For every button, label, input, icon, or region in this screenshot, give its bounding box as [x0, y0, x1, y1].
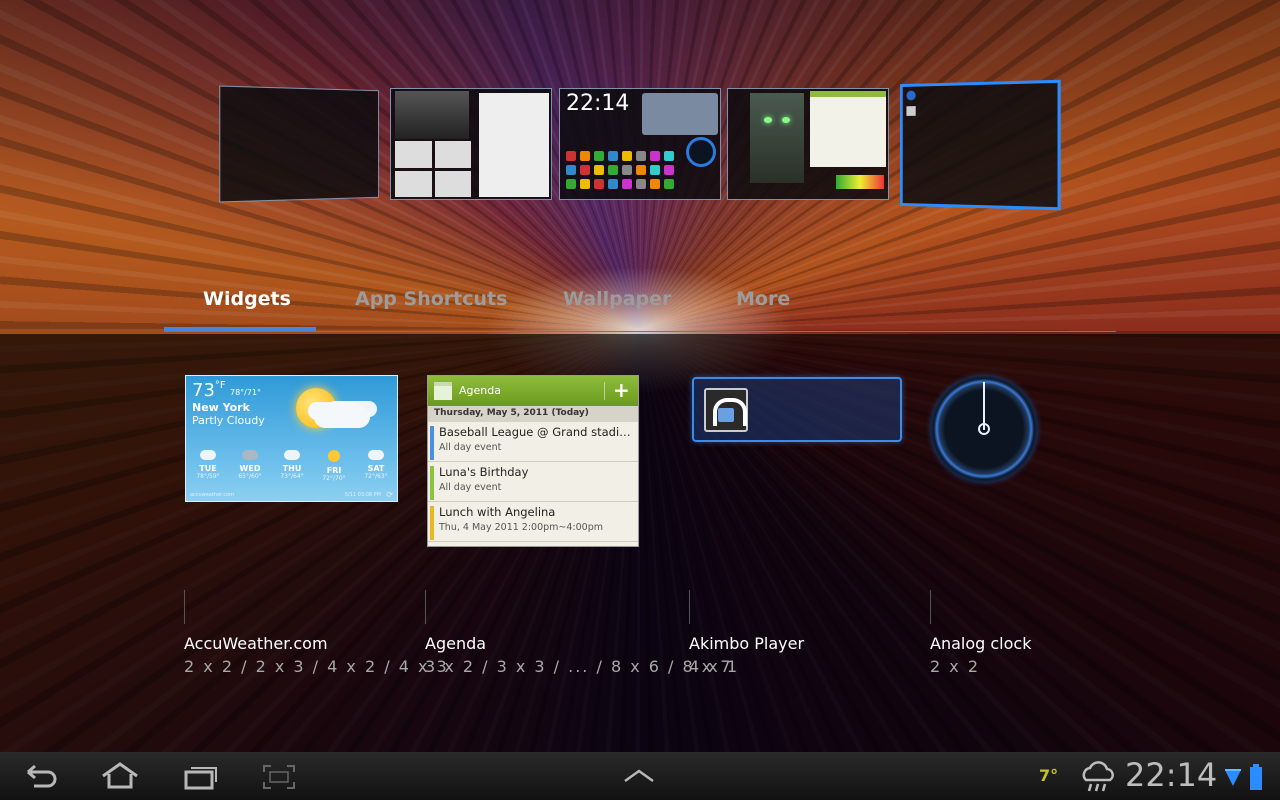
cat-photo-preview [750, 93, 804, 183]
meter-preview [836, 175, 884, 189]
event-color-bar [430, 426, 434, 460]
widget-size-agenda: 3 x 2 / 3 x 3 / ... / 8 x 6 / 8 x 7 [425, 657, 733, 676]
analog-clock-widget-preview[interactable] [931, 376, 1037, 482]
widget-divider [689, 590, 690, 624]
forecast-day: SAT 72°/63° [356, 450, 396, 480]
weather-city: New York [192, 401, 250, 414]
weather-condition: Partly Cloudy [192, 414, 265, 427]
cloudy-icon [368, 450, 384, 460]
agenda-date-header: Thursday, May 5, 2011 (Today) [428, 406, 638, 422]
widget-name-akimbo[interactable]: Akimbo Player [689, 634, 804, 653]
widget-name-accuweather[interactable]: AccuWeather.com [184, 634, 328, 653]
preview-clock: 22:14 [566, 91, 630, 116]
storm-icon [242, 450, 258, 460]
cloudy-icon [200, 450, 216, 460]
email-widget-preview [479, 93, 549, 197]
agenda-event[interactable]: Baseball League @ Grand stadiu... All da… [428, 422, 638, 462]
screenshot-icon[interactable] [262, 764, 296, 790]
weather-hilo: 78°/71° [230, 388, 262, 397]
widget-divider [184, 590, 185, 624]
widget-size-accuweather: 2 x 2 / 2 x 3 / 4 x 2 / 4 x 3 [184, 657, 449, 676]
widget-size-analog-clock: 2 x 2 [930, 657, 980, 676]
akimbo-widget-preview[interactable] [692, 377, 902, 442]
tab-more[interactable]: More [736, 288, 790, 310]
header-divider [604, 382, 605, 400]
agenda-header: Agenda + [428, 376, 638, 406]
forecast-day: TUE 78°/59° [188, 450, 228, 480]
home-screen-preview-5[interactable] [899, 79, 1061, 211]
app-icons-preview [566, 151, 674, 189]
forecast-day: FRI 72°/70° [314, 450, 354, 482]
app-icon-preview [906, 106, 916, 116]
tab-wallpaper[interactable]: Wallpaper [563, 288, 671, 310]
widget-divider [930, 590, 931, 624]
weather-footer: accuweather.com 5/11 03:08 PM ⟳ [190, 490, 393, 499]
widget-size-akimbo: 4 x 1 [689, 657, 739, 676]
agenda-title: Agenda [459, 384, 501, 397]
clock-preview [686, 137, 716, 167]
agenda-event[interactable]: Luna's Birthday All day event [428, 462, 638, 502]
home-screen-preview-1[interactable] [219, 85, 379, 203]
tab-active-indicator [164, 327, 316, 331]
home-screen-preview-4[interactable] [727, 88, 889, 200]
weather-temp: 73°F [192, 380, 226, 401]
status-clock: 22:14 [1125, 756, 1218, 794]
news-photo [395, 91, 469, 139]
agenda-event[interactable]: Lunch with Angelina Thu, 4 May 2011 2:00… [428, 502, 638, 542]
up-arrow-icon[interactable] [622, 768, 656, 784]
home-screen-preview-3[interactable]: 22:14 [559, 88, 721, 200]
notes-preview [810, 91, 886, 167]
agenda-widget-preview[interactable]: Agenda + Thursday, May 5, 2011 (Today) B… [427, 375, 639, 547]
widget-name-analog-clock[interactable]: Analog clock [930, 634, 1031, 653]
tile-grid-preview [395, 141, 471, 197]
accuweather-widget-preview[interactable]: 73°F 78°/71° New York Partly Cloudy TUE 7… [185, 375, 398, 502]
clock-center [978, 423, 990, 435]
weather-preview [642, 93, 718, 135]
back-icon[interactable] [24, 764, 58, 788]
widget-name-agenda[interactable]: Agenda [425, 634, 486, 653]
forecast-day: THU 73°/64° [272, 450, 312, 480]
app-icon-preview [906, 90, 916, 101]
battery-icon [1250, 764, 1262, 790]
refresh-icon[interactable]: ⟳ [386, 490, 393, 499]
tab-app-shortcuts[interactable]: App Shortcuts [355, 288, 507, 310]
cloud-icon [314, 406, 370, 428]
weather-rain-icon [1082, 761, 1114, 792]
status-temperature: 7° [1039, 766, 1059, 785]
forecast-day: WED 65°/60° [230, 450, 270, 480]
tab-underline [164, 331, 1116, 332]
calendar-icon [434, 382, 452, 400]
recent-apps-icon[interactable] [184, 764, 218, 790]
event-color-bar [430, 506, 434, 540]
headphones-icon [704, 388, 748, 432]
home-screen-preview-2[interactable] [390, 88, 552, 200]
sunny-icon [328, 450, 340, 462]
widget-divider [425, 590, 426, 624]
tab-widgets[interactable]: Widgets [203, 288, 291, 310]
event-color-bar [430, 466, 434, 500]
wifi-icon [1225, 769, 1241, 786]
add-event-icon[interactable]: + [613, 378, 630, 402]
cloudy-icon [284, 450, 300, 460]
home-icon[interactable] [100, 762, 140, 790]
